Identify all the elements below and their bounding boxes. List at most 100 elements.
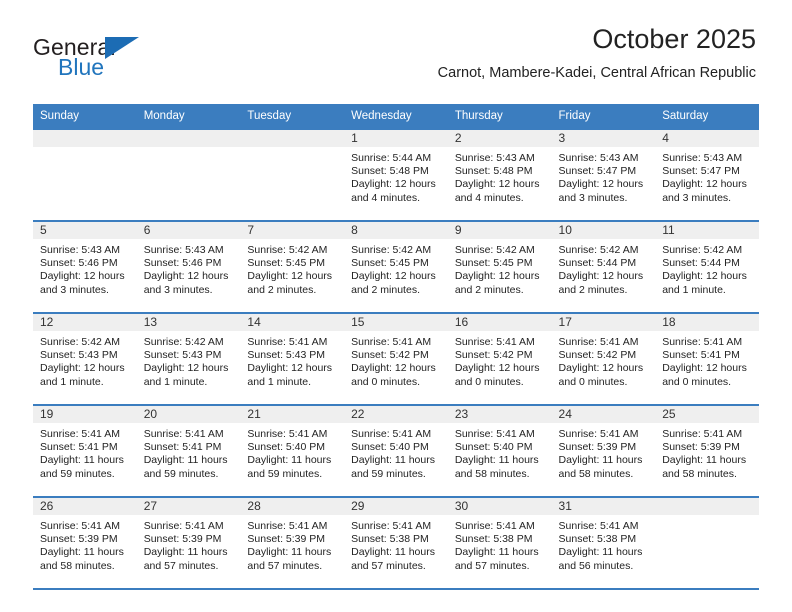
day-cell-29[interactable]: 29 Sunrise: 5:41 AM Sunset: 5:38 PM Dayligh… [344, 496, 448, 590]
daylight-text: and 2 minutes. [454, 283, 524, 296]
day-details: Sunrise: 5:41 AM Sunset: 5:38 PM Daylight:… [448, 515, 552, 573]
day-cell-1[interactable]: 1 Sunrise: 5:44 AM Sunset: 5:48 PM Daylight… [344, 128, 448, 221]
day-details: Sunrise: 5:41 AM Sunset: 5:42 PM Daylight:… [448, 331, 552, 389]
sunrise-sunset-calendar: Sunday Monday Tuesday Wednesday Thursday Frid… [33, 104, 759, 590]
daylight-text: Daylight: 12 hours [454, 270, 540, 283]
sunrise-text: Sunrise: 5:41 AM [351, 428, 432, 440]
day-number: 24 [551, 406, 656, 423]
day-cell-4[interactable]: 4 Sunrise: 5:43 AM Sunset: 5:47 PM Daylight… [655, 128, 759, 221]
daylight-text: Daylight: 12 hours [662, 270, 747, 283]
day-cell-30[interactable]: 30 Sunrise: 5:41 AM Sunset: 5:38 PM Dayligh… [447, 496, 552, 590]
day-cell-19[interactable]: 19 Sunrise: 5:41 AM Sunset: 5:41 PM Dayligh… [33, 404, 137, 497]
weekday-header-thursday: Thursday [447, 104, 552, 129]
day-cell-17[interactable]: 17 Sunrise: 5:41 AM Sunset: 5:42 PM Dayligh… [551, 312, 656, 405]
day-cell-9[interactable]: 9 Sunrise: 5:42 AM Sunset: 5:45 PM Daylight… [447, 220, 552, 313]
daylight-text: and 4 minutes. [454, 191, 524, 204]
daylight-text: and 58 minutes. [454, 467, 530, 480]
general-blue-logo[interactable]: General Blue [33, 34, 213, 90]
day-cell-28[interactable]: 28 Sunrise: 5:41 AM Sunset: 5:39 PM Dayligh… [240, 496, 345, 590]
day-number: 17 [551, 314, 656, 331]
day-number: 23 [447, 406, 552, 423]
day-number [655, 498, 759, 515]
day-cell-10[interactable]: 10 Sunrise: 5:42 AM Sunset: 5:44 PM Dayligh… [551, 220, 656, 313]
day-details: Sunrise: 5:41 AM Sunset: 5:40 PM Daylight:… [344, 423, 448, 481]
daylight-text: Daylight: 12 hours [40, 270, 125, 283]
day-number: 19 [33, 406, 137, 423]
day-cell-12[interactable]: 12 Sunrise: 5:42 AM Sunset: 5:43 PM Dayligh… [33, 312, 137, 405]
daylight-text: and 59 minutes. [143, 467, 219, 480]
sunrise-text: Sunrise: 5:41 AM [454, 336, 535, 348]
daylight-text: Daylight: 11 hours [247, 546, 332, 559]
day-cell-25[interactable]: 25 Sunrise: 5:41 AM Sunset: 5:39 PM Dayligh… [655, 404, 759, 497]
day-details: Sunrise: 5:41 AM Sunset: 5:42 PM Daylight:… [344, 331, 448, 389]
day-details: Sunrise: 5:41 AM Sunset: 5:40 PM Daylight:… [240, 423, 344, 481]
day-details: Sunrise: 5:41 AM Sunset: 5:41 PM Daylight:… [655, 331, 759, 389]
sunset-text: Sunset: 5:38 PM [351, 533, 429, 546]
day-cell-7[interactable]: 7 Sunrise: 5:42 AM Sunset: 5:45 PM Daylight… [240, 220, 345, 313]
day-cell-2[interactable]: 2 Sunrise: 5:43 AM Sunset: 5:48 PM Daylight… [447, 128, 552, 221]
daylight-text: Daylight: 11 hours [662, 454, 747, 467]
day-cell-13[interactable]: 13 Sunrise: 5:42 AM Sunset: 5:43 PM Dayligh… [136, 312, 241, 405]
day-cell-22[interactable]: 22 Sunrise: 5:41 AM Sunset: 5:40 PM Dayligh… [344, 404, 448, 497]
daylight-text: Daylight: 12 hours [247, 270, 333, 283]
daylight-text: and 59 minutes. [351, 467, 426, 480]
day-number: 16 [447, 314, 552, 331]
daylight-text: Daylight: 11 hours [351, 546, 435, 559]
day-cell-27[interactable]: 27 Sunrise: 5:41 AM Sunset: 5:39 PM Dayligh… [136, 496, 241, 590]
daylight-text: Daylight: 11 hours [247, 454, 332, 467]
sunset-text: Sunset: 5:39 PM [662, 441, 740, 454]
day-cell-31[interactable]: 31 Sunrise: 5:41 AM Sunset: 5:38 PM Dayligh… [551, 496, 656, 590]
sunset-text: Sunset: 5:42 PM [454, 349, 533, 362]
day-number: 1 [344, 130, 448, 147]
logo-text-blue: Blue [58, 54, 105, 80]
day-cell-empty [33, 128, 137, 221]
day-cell-11[interactable]: 11 Sunrise: 5:42 AM Sunset: 5:44 PM Dayligh… [655, 220, 759, 313]
day-cell-21[interactable]: 21 Sunrise: 5:41 AM Sunset: 5:40 PM Dayligh… [240, 404, 345, 497]
day-cell-16[interactable]: 16 Sunrise: 5:41 AM Sunset: 5:42 PM Dayligh… [447, 312, 552, 405]
sunset-text: Sunset: 5:44 PM [662, 257, 740, 270]
day-cell-14[interactable]: 14 Sunrise: 5:41 AM Sunset: 5:43 PM Dayligh… [240, 312, 345, 405]
daylight-text: and 1 minute. [143, 375, 208, 388]
daylight-text: Daylight: 12 hours [351, 270, 436, 283]
day-cell-24[interactable]: 24 Sunrise: 5:41 AM Sunset: 5:39 PM Dayligh… [551, 404, 656, 497]
sunset-text: Sunset: 5:47 PM [558, 165, 637, 178]
day-cell-15[interactable]: 15 Sunrise: 5:41 AM Sunset: 5:42 PM Dayligh… [344, 312, 448, 405]
daylight-text: and 2 minutes. [558, 283, 628, 296]
calendar-week-row: 26 Sunrise: 5:41 AM Sunset: 5:39 PM Dayligh… [33, 496, 759, 590]
day-number: 28 [240, 498, 345, 515]
triangle-icon [105, 37, 139, 59]
sunrise-text: Sunrise: 5:44 AM [351, 152, 432, 164]
day-details: Sunrise: 5:44 AM Sunset: 5:48 PM Daylight:… [344, 147, 448, 205]
sunset-text: Sunset: 5:38 PM [454, 533, 533, 546]
sunrise-text: Sunrise: 5:41 AM [143, 520, 224, 532]
day-cell-empty [240, 128, 345, 221]
day-number [240, 130, 345, 147]
calendar-week-row: 5 Sunrise: 5:43 AM Sunset: 5:46 PM Daylight… [33, 220, 759, 313]
day-cell-23[interactable]: 23 Sunrise: 5:41 AM Sunset: 5:40 PM Dayligh… [447, 404, 552, 497]
day-cell-18[interactable]: 18 Sunrise: 5:41 AM Sunset: 5:41 PM Dayligh… [655, 312, 759, 405]
day-details: Sunrise: 5:41 AM Sunset: 5:39 PM Daylight:… [137, 515, 241, 573]
sunrise-text: Sunrise: 5:42 AM [247, 244, 328, 256]
day-cell-3[interactable]: 3 Sunrise: 5:43 AM Sunset: 5:47 PM Daylight… [551, 128, 656, 221]
day-details [33, 147, 137, 152]
sunset-text: Sunset: 5:42 PM [558, 349, 637, 362]
day-cell-5[interactable]: 5 Sunrise: 5:43 AM Sunset: 5:46 PM Daylight… [33, 220, 137, 313]
daylight-text: Daylight: 11 hours [143, 546, 228, 559]
day-cell-8[interactable]: 8 Sunrise: 5:42 AM Sunset: 5:45 PM Daylight… [344, 220, 448, 313]
day-number: 27 [136, 498, 241, 515]
page-subtitle: Carnot, Mambere-Kadei, Central African R… [437, 65, 756, 81]
daylight-text: and 0 minutes. [662, 375, 732, 388]
calendar-week-row: 1 Sunrise: 5:44 AM Sunset: 5:48 PM Daylight… [33, 128, 759, 221]
day-number: 29 [344, 498, 448, 515]
daylight-text: and 56 minutes. [558, 559, 634, 572]
sunset-text: Sunset: 5:40 PM [247, 441, 326, 454]
day-number: 8 [344, 222, 448, 239]
sunset-text: Sunset: 5:48 PM [454, 165, 533, 178]
day-cell-6[interactable]: 6 Sunrise: 5:43 AM Sunset: 5:46 PM Daylight… [136, 220, 241, 313]
day-cell-20[interactable]: 20 Sunrise: 5:41 AM Sunset: 5:41 PM Dayligh… [136, 404, 241, 497]
page-header: General Blue October 2025 Carnot, Mamber… [0, 22, 792, 100]
day-cell-26[interactable]: 26 Sunrise: 5:41 AM Sunset: 5:39 PM Dayligh… [33, 496, 137, 590]
sunset-text: Sunset: 5:43 PM [40, 349, 118, 362]
sunset-text: Sunset: 5:45 PM [351, 257, 429, 270]
calendar-week-row: 12 Sunrise: 5:42 AM Sunset: 5:43 PM Dayligh… [33, 312, 759, 405]
